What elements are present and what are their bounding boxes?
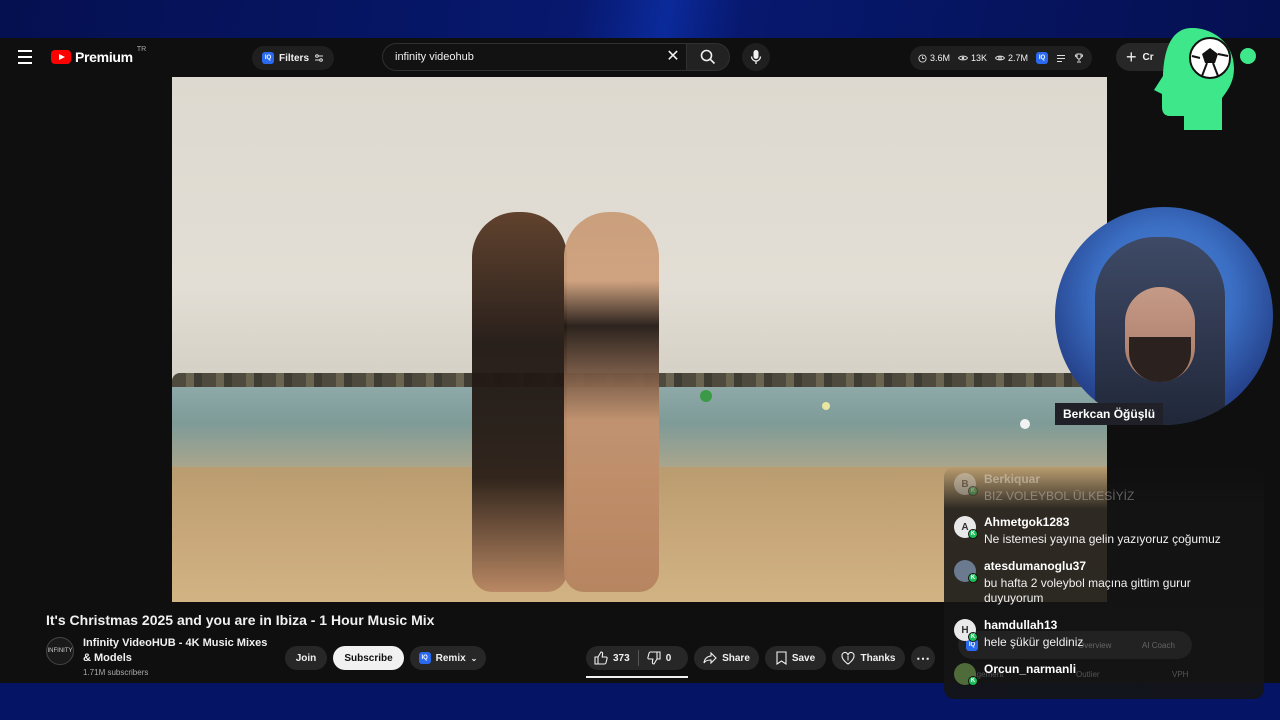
microphone-icon bbox=[750, 50, 762, 64]
streamer-name: Berkcan Öğüşlü bbox=[1055, 403, 1164, 425]
channel-avatar[interactable]: INFINITY bbox=[46, 637, 74, 665]
thumbs-up-icon bbox=[594, 651, 608, 665]
eye-icon bbox=[958, 55, 969, 61]
stat-value: 13K bbox=[971, 53, 988, 63]
heart-dollar-icon bbox=[841, 651, 856, 665]
channel-name[interactable]: Infinity VideoHUB - 4K Music Mixes & Mod… bbox=[83, 636, 273, 666]
webcam-overlay bbox=[1055, 207, 1273, 425]
clock-icon bbox=[918, 53, 927, 63]
clear-search-icon[interactable]: ✕ bbox=[664, 48, 682, 66]
column-outlier: Outlier bbox=[1076, 670, 1100, 679]
stat-value: 3.6M bbox=[930, 53, 951, 63]
like-dislike-group: 373 0 bbox=[586, 646, 688, 670]
voice-search-button[interactable] bbox=[742, 43, 770, 71]
search-button[interactable] bbox=[686, 43, 730, 71]
kick-badge-icon: K bbox=[968, 529, 978, 539]
more-actions-icon[interactable]: ⋯ bbox=[911, 646, 935, 670]
share-icon bbox=[703, 652, 717, 664]
youtube-logo[interactable]: Premium TR bbox=[51, 45, 147, 65]
bookmark-icon bbox=[776, 651, 787, 665]
thumbs-down-icon bbox=[646, 651, 661, 665]
eye-outline-icon bbox=[995, 55, 1006, 61]
menu-icon[interactable] bbox=[14, 47, 36, 67]
chat-text: BIZ VOLEYBOL ÜLKESİYİZ bbox=[984, 489, 1135, 503]
like-indicator bbox=[586, 676, 688, 678]
youtube-play-icon bbox=[51, 50, 71, 64]
video-scene-buoy bbox=[700, 390, 712, 402]
save-label: Save bbox=[791, 652, 816, 664]
video-scene-buoy bbox=[1020, 419, 1030, 429]
stream-top-band bbox=[0, 0, 1280, 38]
chat-username: Berkiquar bbox=[984, 472, 1041, 486]
chat-username: Ahmetgok1283 bbox=[984, 515, 1070, 529]
remix-button[interactable]: IQ Remix ⌄ bbox=[410, 646, 486, 670]
share-label: Share bbox=[722, 652, 750, 664]
chat-username: Orcun_narmanli bbox=[984, 662, 1077, 676]
kick-badge-icon: K bbox=[968, 676, 978, 686]
join-label: Join bbox=[295, 652, 317, 664]
logo-brand-text: Premium bbox=[75, 49, 133, 65]
chat-text: bu hafta 2 voleybol maçına gittim gurur … bbox=[984, 576, 1191, 605]
chevron-down-icon: ⌄ bbox=[470, 653, 478, 663]
list-icon[interactable] bbox=[1056, 54, 1066, 63]
plus-icon: + bbox=[1126, 47, 1137, 67]
subscriber-count: 1.71M subscribers bbox=[83, 668, 149, 677]
kick-badge-icon: K bbox=[968, 632, 978, 642]
chat-text: Ne istemesi yayına gelin yazıyoruz çoğum… bbox=[984, 532, 1221, 546]
video-title: It's Christmas 2025 and you are in Ibiza… bbox=[46, 612, 435, 628]
iq-icon: IQ bbox=[418, 652, 431, 664]
column-vph: VPH bbox=[1172, 670, 1189, 679]
avatar[interactable] bbox=[1238, 46, 1258, 66]
video-scene-buoy bbox=[822, 402, 830, 410]
stat-total-views: 2.7M bbox=[995, 53, 1028, 63]
search-icon bbox=[700, 49, 716, 65]
kick-badge-icon: K bbox=[968, 486, 978, 496]
stat-value: 2.7M bbox=[1008, 53, 1029, 63]
thanks-button[interactable]: Thanks bbox=[832, 646, 905, 670]
search-input[interactable] bbox=[395, 51, 665, 63]
masthead: Premium TR IQ Filters ✕ 3.6M 13K bbox=[0, 38, 1280, 77]
vidiq-stats-bar[interactable]: 3.6M 13K 2.7M IQ bbox=[910, 46, 1093, 70]
chat-text: hele şükür geldiniz bbox=[984, 635, 1084, 649]
save-button[interactable]: Save bbox=[765, 646, 826, 670]
filters-button[interactable]: IQ Filters bbox=[252, 46, 335, 70]
streamer-logo bbox=[1154, 28, 1234, 130]
subscribe-button[interactable]: Subscribe bbox=[333, 646, 404, 670]
share-button[interactable]: Share bbox=[694, 646, 759, 670]
video-scene-person bbox=[472, 212, 567, 592]
like-count: 373 bbox=[613, 652, 630, 664]
stat-views-hour: 13K bbox=[958, 53, 987, 63]
dislike-button[interactable]: 0 bbox=[639, 646, 680, 670]
sliders-icon bbox=[315, 54, 324, 62]
iq-icon[interactable]: IQ bbox=[1036, 52, 1049, 64]
kick-badge-icon: K bbox=[968, 573, 978, 583]
search-box bbox=[382, 43, 686, 71]
filters-label: Filters bbox=[279, 52, 310, 64]
logo-region: TR bbox=[136, 45, 147, 53]
chat-username: hamdullah13 bbox=[984, 618, 1058, 632]
like-button[interactable]: 373 bbox=[586, 646, 638, 670]
trophy-icon[interactable] bbox=[1074, 53, 1084, 63]
video-scene-person bbox=[564, 212, 659, 592]
join-button[interactable]: Join bbox=[285, 646, 327, 670]
dislike-count: 0 bbox=[665, 652, 672, 664]
remix-label: Remix bbox=[435, 652, 466, 664]
subscribe-label: Subscribe bbox=[344, 652, 393, 664]
iq-icon: IQ bbox=[262, 52, 274, 64]
thanks-label: Thanks bbox=[860, 652, 896, 664]
chat-username: atesdumanoglu37 bbox=[984, 559, 1087, 573]
stat-watch-time: 3.6M bbox=[918, 53, 950, 63]
